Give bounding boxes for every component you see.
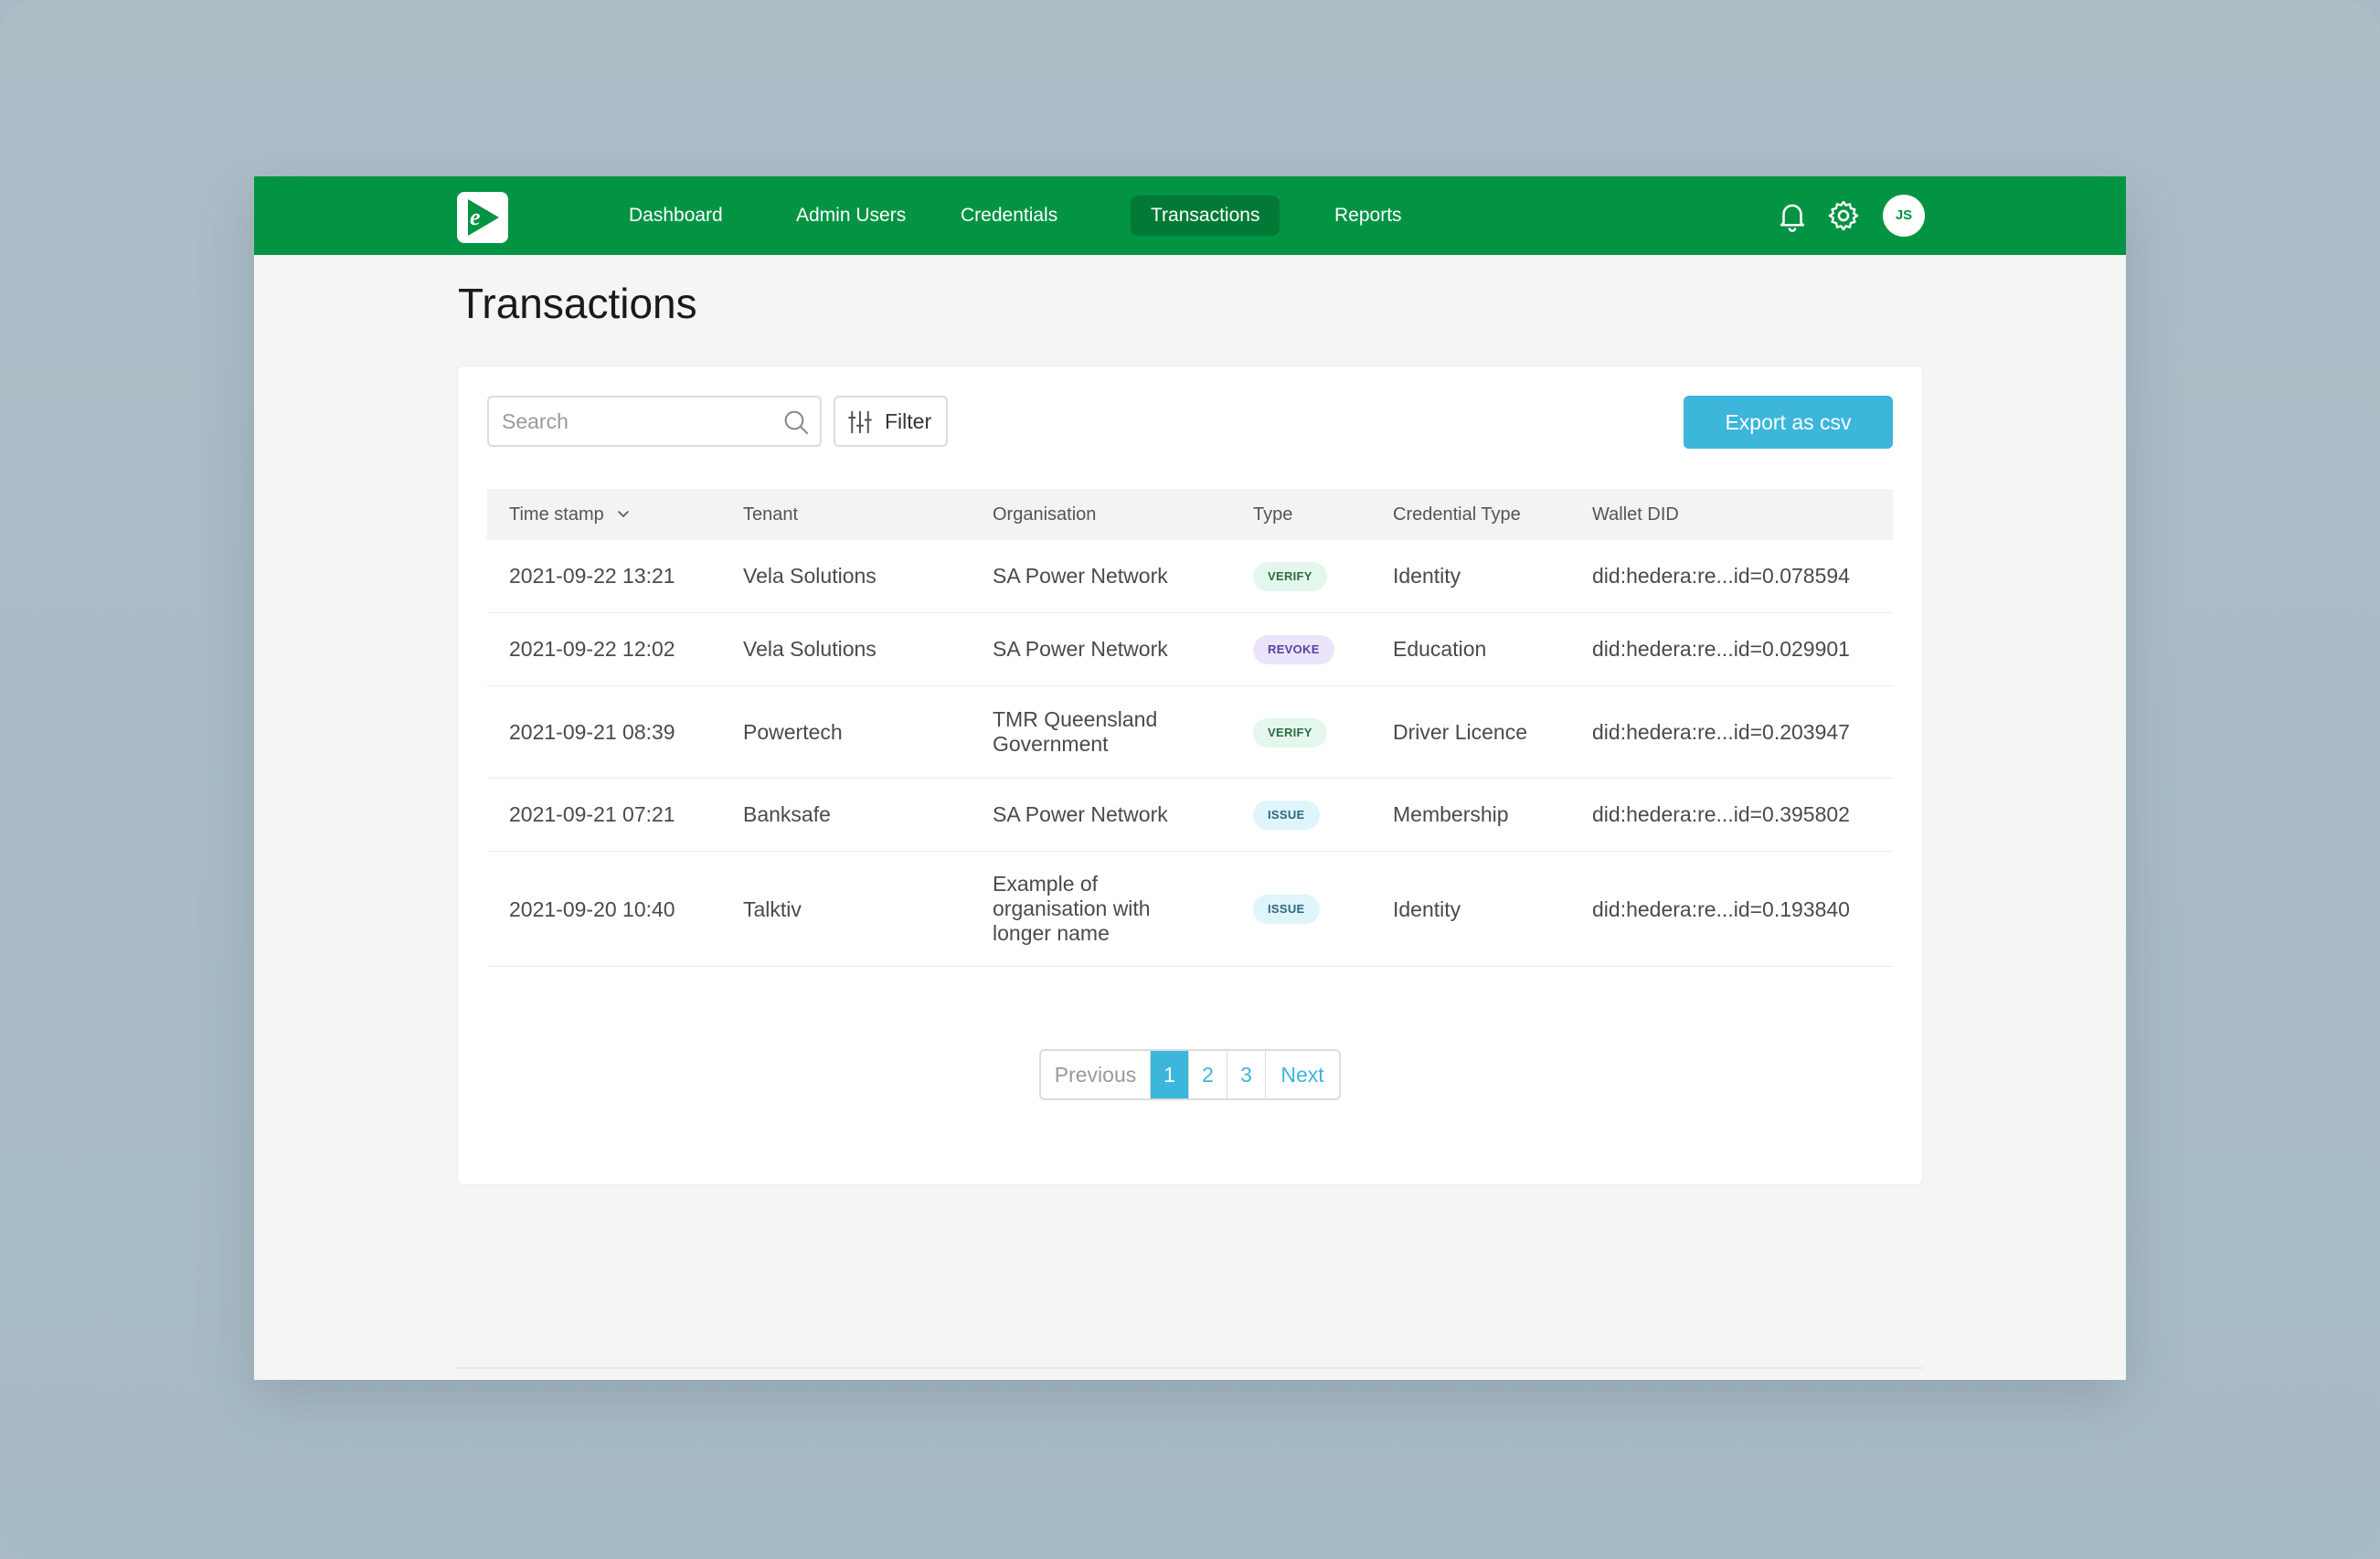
page-1-button[interactable]: 1 xyxy=(1151,1051,1189,1098)
type-badge: REVOKE xyxy=(1253,635,1334,664)
svg-text:GOV: GOV xyxy=(479,228,495,236)
cell-timestamp: 2021-09-22 13:21 xyxy=(509,564,675,588)
logo-icon: e GOV xyxy=(468,199,499,236)
page-3-button[interactable]: 3 xyxy=(1227,1051,1266,1098)
nav-dashboard[interactable]: Dashboard xyxy=(609,196,743,236)
column-header-tenant: Tenant xyxy=(743,504,799,525)
app-logo[interactable]: e GOV xyxy=(457,192,508,243)
chevron-down-icon xyxy=(618,511,630,518)
cell-organisation: TMR Queensland Government xyxy=(993,707,1158,756)
search-field[interactable] xyxy=(487,396,822,447)
type-badge: VERIFY xyxy=(1253,718,1327,748)
app-window: e GOV Dashboard Admin Users Credentials … xyxy=(254,176,2126,1380)
cell-wallet-did: did:hedera:re...id=0.029901 xyxy=(1592,637,1850,661)
nav-admin-users[interactable]: Admin Users xyxy=(776,196,926,236)
cell-timestamp: 2021-09-22 12:02 xyxy=(509,637,675,661)
previous-page-button[interactable]: Previous xyxy=(1041,1051,1151,1098)
cell-tenant: Vela Solutions xyxy=(743,564,877,588)
sliders-icon xyxy=(848,410,872,434)
footer-divider xyxy=(457,1367,1923,1369)
search-icon[interactable] xyxy=(781,408,811,437)
user-avatar[interactable]: JS xyxy=(1883,195,1925,237)
gear-icon[interactable] xyxy=(1826,198,1861,233)
cell-timestamp: 2021-09-20 10:40 xyxy=(509,897,675,921)
cell-credential-type: Driver Licence xyxy=(1393,720,1527,744)
table-row[interactable]: 2021-09-22 12:02 Vela Solutions SA Power… xyxy=(487,613,1893,686)
type-badge: ISSUE xyxy=(1253,895,1320,924)
cell-wallet-did: did:hedera:re...id=0.193840 xyxy=(1592,897,1850,921)
cell-tenant: Banksafe xyxy=(743,802,831,826)
column-header-credential-type: Credential Type xyxy=(1393,504,1521,525)
export-csv-button[interactable]: Export as csv xyxy=(1684,396,1893,449)
column-header-timestamp[interactable]: Time stamp xyxy=(509,489,631,540)
transactions-table: Time stamp Tenant Organisation Type Cred… xyxy=(487,489,1893,967)
table-row[interactable]: 2021-09-20 10:40 Talktiv Example of orga… xyxy=(487,852,1893,967)
column-header-label: Time stamp xyxy=(509,504,604,525)
cell-timestamp: 2021-09-21 07:21 xyxy=(509,802,675,826)
type-badge: ISSUE xyxy=(1253,801,1320,830)
page-title: Transactions xyxy=(458,280,697,327)
bell-icon[interactable] xyxy=(1775,198,1810,233)
svg-text:e: e xyxy=(470,204,481,230)
table-row[interactable]: 2021-09-21 08:39 Powertech TMR Queenslan… xyxy=(487,686,1893,779)
cell-tenant: Talktiv xyxy=(743,897,802,921)
cell-credential-type: Identity xyxy=(1393,897,1461,921)
pagination: Previous 1 2 3 Next xyxy=(1039,1049,1341,1100)
cell-credential-type: Identity xyxy=(1393,564,1461,588)
search-input[interactable] xyxy=(489,398,763,445)
column-header-wallet-did: Wallet DID xyxy=(1592,504,1679,525)
cell-credential-type: Education xyxy=(1393,637,1487,661)
page-2-button[interactable]: 2 xyxy=(1189,1051,1227,1098)
column-header-organisation: Organisation xyxy=(993,504,1097,525)
cell-wallet-did: did:hedera:re...id=0.203947 xyxy=(1592,720,1850,744)
cell-timestamp: 2021-09-21 08:39 xyxy=(509,720,675,744)
column-header-type: Type xyxy=(1253,504,1293,525)
nav-reports[interactable]: Reports xyxy=(1314,196,1422,236)
filter-label: Filter xyxy=(885,409,932,433)
nav-credentials[interactable]: Credentials xyxy=(940,196,1078,236)
filter-button[interactable]: Filter xyxy=(834,396,948,447)
transactions-card: Filter Export as csv Time stamp Tenant O… xyxy=(457,366,1923,1185)
next-page-button[interactable]: Next xyxy=(1266,1051,1339,1098)
table-row[interactable]: 2021-09-22 13:21 Vela Solutions SA Power… xyxy=(487,540,1893,613)
cell-organisation: SA Power Network xyxy=(993,637,1168,661)
cell-organisation: SA Power Network xyxy=(993,802,1168,826)
cell-tenant: Powertech xyxy=(743,720,843,744)
nav-transactions[interactable]: Transactions xyxy=(1131,196,1280,236)
table-row[interactable]: 2021-09-21 07:21 Banksafe SA Power Netwo… xyxy=(487,779,1893,852)
cell-credential-type: Membership xyxy=(1393,802,1509,826)
top-navbar: e GOV Dashboard Admin Users Credentials … xyxy=(254,176,2126,255)
cell-tenant: Vela Solutions xyxy=(743,637,877,661)
cell-organisation: Example of organisation with longer name xyxy=(993,872,1151,945)
cell-organisation: SA Power Network xyxy=(993,564,1168,588)
cell-wallet-did: did:hedera:re...id=0.078594 xyxy=(1592,564,1850,588)
type-badge: VERIFY xyxy=(1253,562,1327,591)
cell-wallet-did: did:hedera:re...id=0.395802 xyxy=(1592,802,1850,826)
table-header: Time stamp Tenant Organisation Type Cred… xyxy=(487,489,1893,540)
